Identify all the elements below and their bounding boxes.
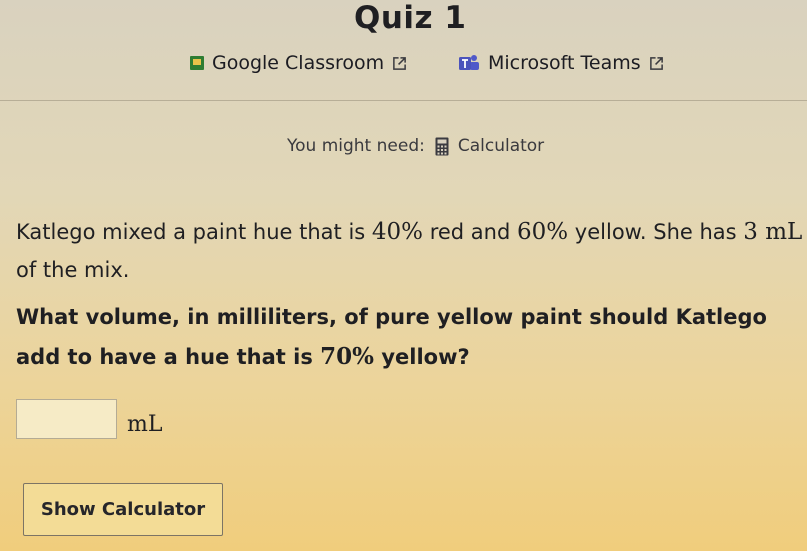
target-percent: 70% xyxy=(320,343,375,370)
red-percent: 40% xyxy=(371,219,424,245)
show-calculator-button[interactable]: Show Calculator xyxy=(23,483,223,536)
google-classroom-icon xyxy=(190,56,204,70)
question-text: Katlego mixed a paint hue that is xyxy=(16,220,372,244)
prompt-text: yellow? xyxy=(374,345,470,369)
mix-volume: 3 mL xyxy=(743,219,803,245)
microsoft-teams-link[interactable]: Microsoft Teams xyxy=(458,52,664,74)
section-divider xyxy=(0,100,807,101)
answer-row: mL xyxy=(16,399,162,439)
answer-unit: mL xyxy=(127,412,163,437)
question-statement: Katlego mixed a paint hue that is 40% re… xyxy=(16,213,806,289)
question-text: of the mix. xyxy=(16,258,130,282)
microsoft-teams-icon xyxy=(459,55,479,70)
question-text: yellow. She has xyxy=(568,220,744,244)
google-classroom-link[interactable]: Google Classroom xyxy=(190,52,407,74)
external-link-icon xyxy=(393,56,407,70)
question-prompt: What volume, in milliliters, of pure yel… xyxy=(16,297,806,377)
answer-input[interactable] xyxy=(16,399,117,439)
tools-needed-label: You might need: xyxy=(287,136,425,156)
calculator-tool-link[interactable]: Calculator xyxy=(458,136,544,156)
calculator-icon xyxy=(435,137,449,155)
external-link-icon xyxy=(649,56,663,70)
share-links: Google Classroom Microsoft Teams xyxy=(190,52,710,82)
tools-needed: You might need: Calculator xyxy=(287,136,544,156)
google-classroom-label: Google Classroom xyxy=(212,52,385,74)
yellow-percent: 60% xyxy=(517,219,569,245)
microsoft-teams-label: Microsoft Teams xyxy=(488,52,641,74)
question-text: red and xyxy=(423,220,517,244)
quiz-title: Quiz 1 xyxy=(354,0,467,36)
